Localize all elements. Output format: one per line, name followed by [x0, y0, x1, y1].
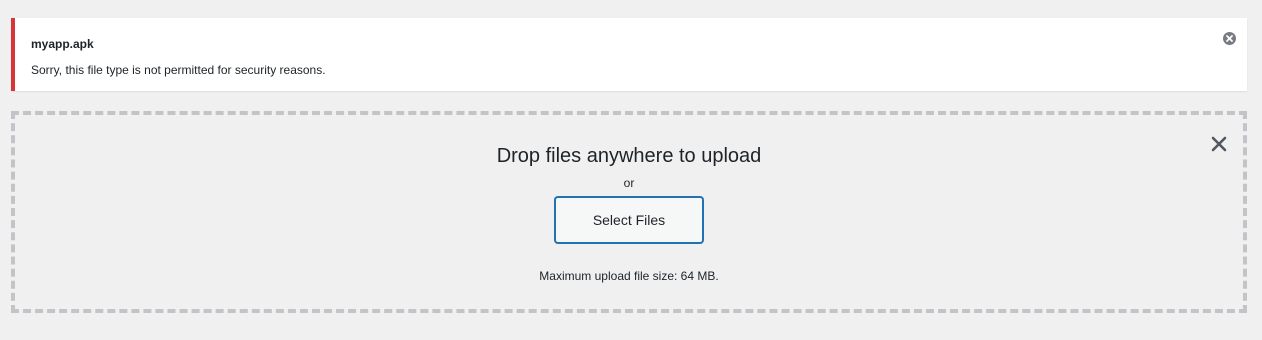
select-files-button[interactable]: Select Files [555, 197, 703, 243]
dismiss-notice-icon[interactable] [1223, 32, 1236, 45]
or-separator: or [623, 176, 635, 190]
error-filename: myapp.apk [31, 37, 94, 51]
file-drop-zone[interactable]: Drop files anywhere to upload or Select … [11, 111, 1247, 313]
error-message: Sorry, this file type is not permitted f… [31, 63, 326, 77]
max-upload-size-text: Maximum upload file size: 64 MB. [539, 269, 719, 283]
drop-files-title: Drop files anywhere to upload [496, 145, 762, 167]
upload-error-notice: myapp.apk Sorry, this file type is not p… [11, 18, 1247, 91]
